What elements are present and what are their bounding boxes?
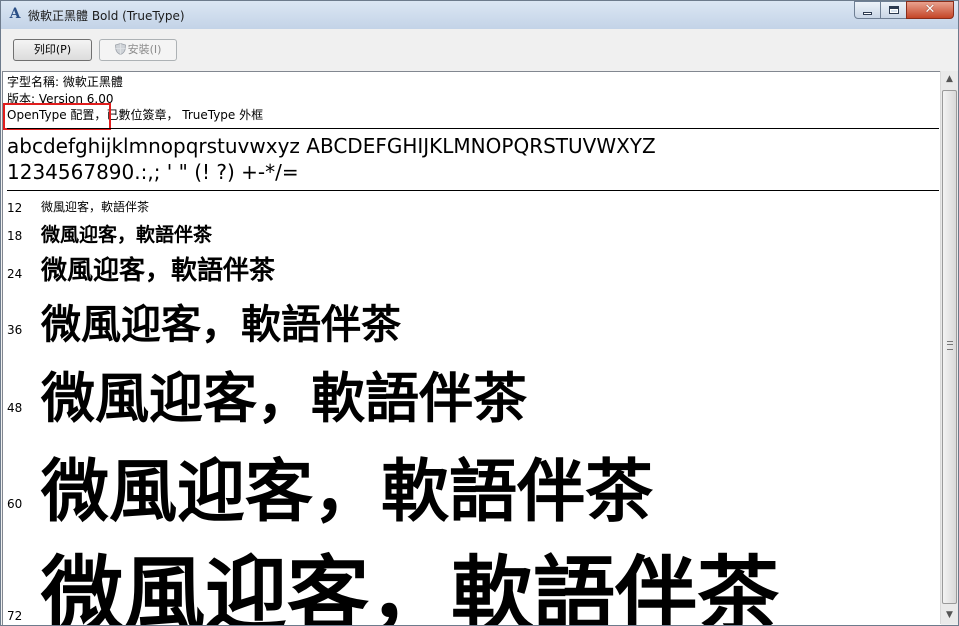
size-sample-text: 微風迎客，軟語伴茶: [41, 224, 213, 246]
size-sample-60: 60 微風迎客，軟語伴茶: [3, 434, 941, 532]
scrollbar-thumb[interactable]: [942, 90, 957, 604]
size-label: 36: [7, 323, 23, 337]
size-sample-72: 72 微風迎客，軟語伴茶: [3, 528, 941, 625]
install-button[interactable]: 安裝(I): [99, 39, 177, 61]
install-button-label: 安裝(I): [127, 43, 162, 56]
alphabet-sample: abcdefghijklmnopqrstuvwxyz ABCDEFGHIJKLM…: [7, 134, 656, 158]
size-sample-text: 微風迎客，軟語伴茶: [41, 367, 527, 430]
vertical-scrollbar[interactable]: ▲ ▼: [940, 71, 958, 624]
close-icon: ✕: [924, 2, 936, 17]
title-bar[interactable]: A 微軟正黑體 Bold (TrueType) ✕: [1, 1, 958, 29]
size-sample-24: 24 微風迎客，軟語伴茶: [3, 248, 941, 286]
size-sample-12: 12 微風迎客，軟語伴茶: [3, 198, 941, 214]
size-sample-18: 18 微風迎客，軟語伴茶: [3, 218, 941, 246]
divider: [7, 190, 939, 191]
toolbar: 列印(P) 安裝(I): [1, 29, 958, 71]
opentype-highlight-box: [3, 103, 111, 130]
maximize-button[interactable]: [880, 1, 907, 19]
minimize-button[interactable]: [854, 1, 881, 19]
size-label: 18: [7, 229, 23, 243]
size-sample-text: 微風迎客，軟語伴茶: [41, 453, 654, 532]
size-label: 48: [7, 401, 23, 415]
size-sample-text: 微風迎客，軟語伴茶: [41, 302, 401, 348]
grip-icon: [947, 341, 953, 350]
scroll-up-icon[interactable]: ▲: [942, 71, 957, 87]
digits-sample: 1234567890.:,; ' " (! ?) +-*/=: [7, 160, 299, 184]
maximize-icon: [889, 6, 899, 14]
font-name-text: 字型名稱: 微軟正黑體: [7, 75, 123, 89]
size-label: 60: [7, 497, 23, 511]
size-sample-text: 微風迎客，軟語伴茶: [41, 548, 780, 625]
close-button[interactable]: ✕: [906, 1, 954, 19]
size-label: 72: [7, 609, 23, 623]
divider: [7, 128, 939, 129]
signature-outline-text: 已數位簽章， TrueType 外框: [106, 108, 264, 122]
font-preview-pane[interactable]: 字型名稱: 微軟正黑體 版本: Version 6.00 OpenType 配置…: [2, 71, 941, 625]
size-sample-text: 微風迎客，軟語伴茶: [41, 200, 150, 214]
print-button-label: 列印(P): [33, 43, 72, 56]
scroll-down-icon[interactable]: ▼: [942, 607, 957, 623]
minimize-icon: [863, 12, 872, 15]
size-sample-36: 36 微風迎客，軟語伴茶: [3, 288, 941, 348]
size-sample-text: 微風迎客，軟語伴茶: [41, 256, 276, 286]
size-label: 24: [7, 267, 23, 281]
font-preview-window: A 微軟正黑體 Bold (TrueType) ✕ 列印(P) 安裝(I) 字型…: [0, 0, 959, 626]
font-a-icon[interactable]: A: [7, 6, 23, 22]
print-button[interactable]: 列印(P): [13, 39, 92, 61]
shield-icon: [114, 43, 126, 55]
window-title: 微軟正黑體 Bold (TrueType): [28, 9, 185, 23]
size-sample-48: 48 微風迎客，軟語伴茶: [3, 348, 941, 430]
size-label: 12: [7, 201, 23, 215]
